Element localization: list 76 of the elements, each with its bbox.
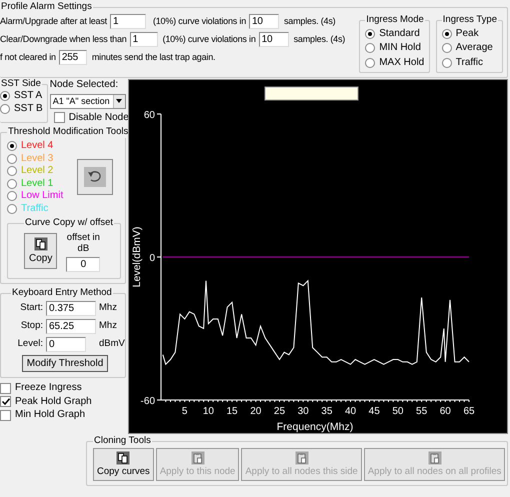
x-tick-label: 60 (440, 406, 451, 418)
clone-button[interactable]: Copy curves (93, 448, 154, 482)
input-field[interactable]: 10 (249, 14, 279, 29)
undo-button[interactable] (77, 159, 114, 196)
input-field[interactable]: 0 (66, 257, 100, 272)
group-title: Threshold Modification Tools (7, 127, 130, 138)
unit-label: Mhz (99, 302, 118, 314)
group-title: Curve Copy w/ offset (24, 218, 114, 230)
field-label: (10%) curve violations in (152, 16, 246, 27)
group-title: Ingress Mode (365, 14, 425, 26)
copy-button[interactable]: Copy (24, 233, 58, 269)
field-label: Stop: (20, 320, 43, 332)
x-tick-label: 45 (368, 406, 380, 418)
radio-option[interactable]: SST B (0, 102, 43, 114)
input-field[interactable]: 0 (46, 336, 86, 352)
x-tick-label: 20 (250, 406, 262, 418)
x-tick-label: 35 (321, 406, 332, 418)
clipboard-icon (190, 451, 205, 466)
input-field[interactable]: 1 (110, 14, 146, 29)
y-tick-label: -60 (140, 396, 155, 408)
dropdown-arrow-icon (116, 99, 122, 104)
group-title: Cloning Tools (93, 436, 152, 448)
unit-label: Mhz (99, 320, 118, 332)
field-label: Clear/Downgrade when less than (0, 34, 127, 45)
field-label: Start: (19, 302, 43, 314)
radio-option[interactable]: Peak (442, 28, 479, 40)
radio-option[interactable]: MIN Hold (365, 42, 421, 54)
x-tick-label: 65 (463, 406, 475, 418)
y-tick-label: 0 (149, 253, 155, 264)
x-tick-label: 25 (274, 406, 286, 418)
field-label: Level: (16, 338, 43, 350)
unit-label: dBmV (99, 338, 125, 350)
checkbox[interactable]: Freeze Ingress (0, 382, 126, 394)
field-label: (10%) curve violations in (162, 34, 256, 45)
field-label: minutes send the last trap again. (92, 52, 216, 63)
field-label: samples. (4s) (294, 34, 346, 45)
clipboard-icon (294, 451, 309, 466)
clipboard-icon (428, 451, 442, 466)
undo-icon (84, 167, 106, 188)
field-label: Alarm/Upgrade after at least (0, 16, 107, 27)
field-label: samples. (4s) (284, 16, 336, 27)
field-label: Node Selected: (50, 79, 120, 91)
radio-option[interactable]: Standard (365, 28, 420, 40)
radio-option[interactable]: Traffic (442, 56, 484, 68)
x-tick-label: 50 (392, 406, 404, 418)
offset-label: offset in dB (66, 233, 101, 256)
x-tick-label: 15 (226, 406, 238, 418)
modify-threshold-button[interactable]: Modify Threshold (22, 354, 108, 372)
checkbox[interactable]: Disable Node (54, 112, 129, 124)
checkbox[interactable]: Peak Hold Graph (0, 396, 126, 408)
checkbox[interactable]: Min Hold Graph (0, 409, 126, 421)
field-label: f not cleared in (0, 52, 56, 63)
x-tick-label: 55 (416, 406, 428, 418)
y-axis-title: Level(dBmV) (131, 227, 143, 288)
node-dropdown[interactable]: A1 "A" section (50, 94, 126, 109)
group-title: Ingress Type (442, 14, 498, 26)
radio-option[interactable]: SST A (0, 90, 42, 102)
input-field[interactable]: 1 (130, 32, 158, 47)
x-tick-label: 5 (182, 406, 188, 418)
y-tick-label: 60 (144, 110, 155, 122)
x-tick-label: 40 (344, 406, 356, 418)
x-tick-label: 10 (202, 406, 214, 418)
input-field[interactable]: 0.375 (46, 300, 96, 316)
check-icon (2, 398, 10, 406)
input-field[interactable]: 10 (258, 32, 289, 47)
input-field[interactable]: 255 (58, 50, 87, 65)
x-axis-title: Frequency(Mhz) (276, 421, 354, 434)
radio-option[interactable]: MAX Hold (365, 56, 424, 68)
group-title: SST Side (0, 79, 42, 90)
group-title: Keyboard Entry Method (11, 288, 113, 299)
copy-icon (116, 451, 130, 466)
x-tick-label: 30 (298, 406, 309, 418)
copy-icon (34, 237, 48, 252)
radio-option[interactable]: Average (442, 42, 493, 54)
group-title: Profile Alarm Settings (0, 2, 93, 13)
input-field[interactable]: 65.25 (46, 318, 96, 334)
